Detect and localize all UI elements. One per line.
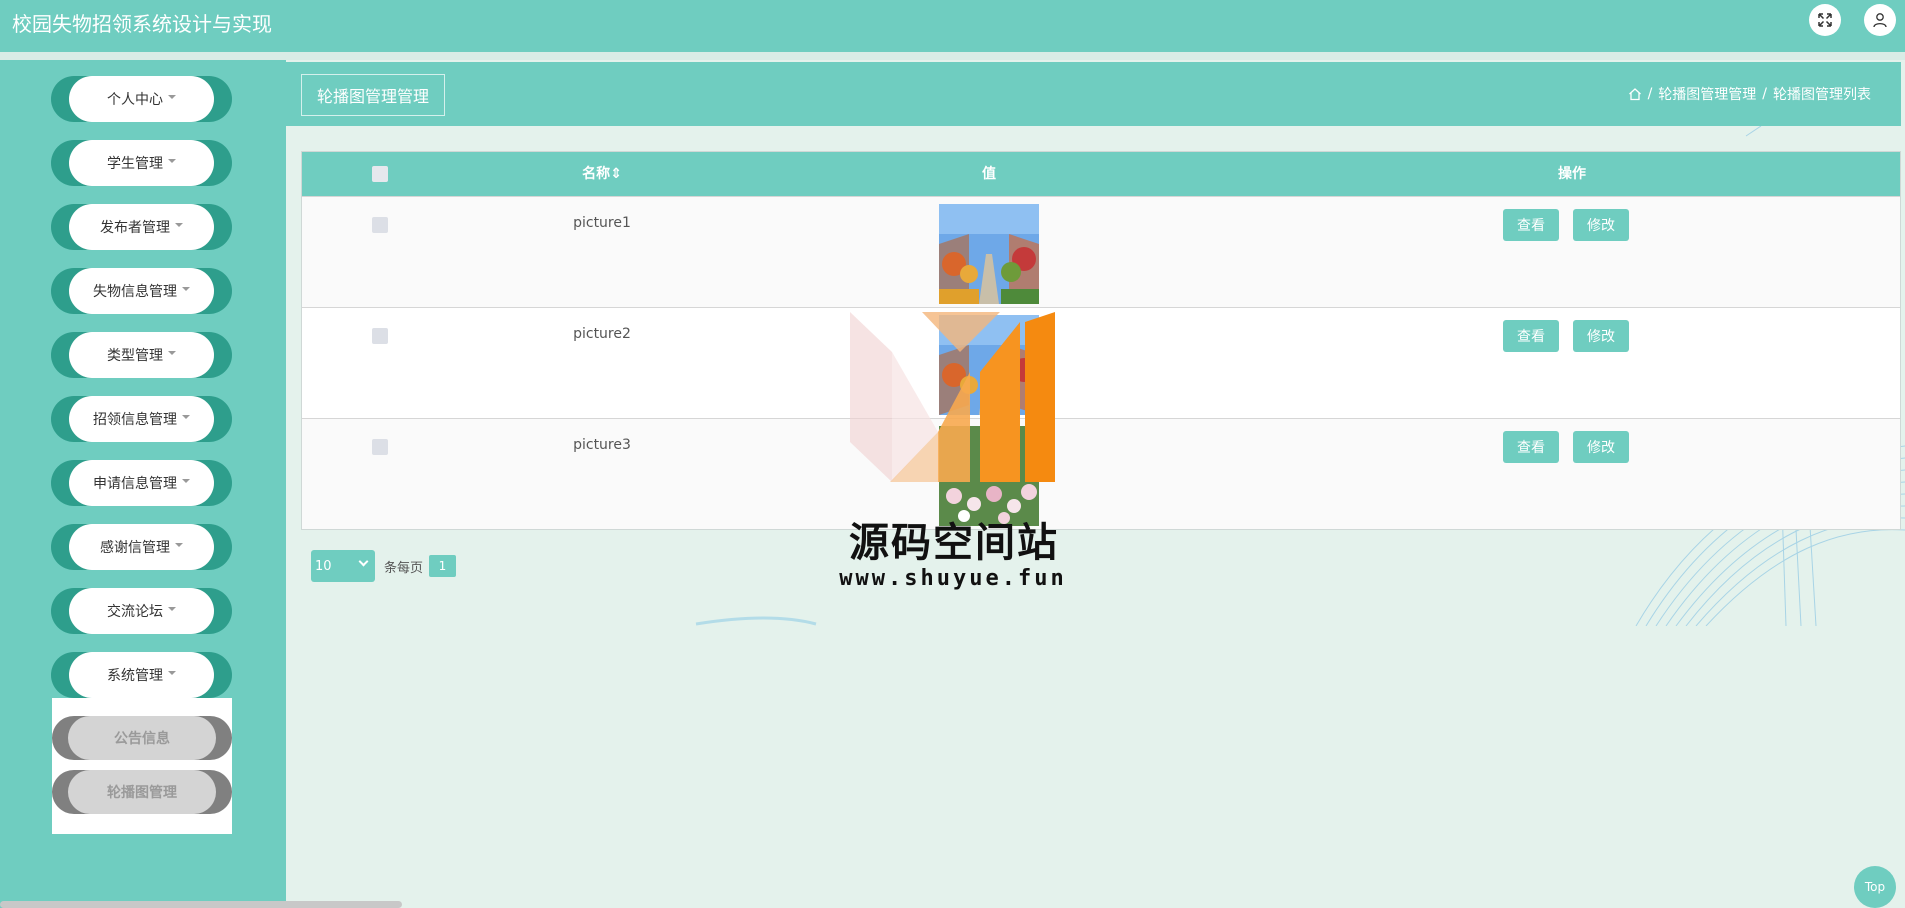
- sidebar-item-label: 失物信息管理: [93, 284, 177, 300]
- column-header-value: 值: [982, 166, 996, 182]
- back-to-top-button[interactable]: Top: [1854, 866, 1896, 908]
- carousel-table: 名称⇕ 值 操作 picture1 查看 修改 picture2 查看 修改 p…: [301, 151, 1901, 530]
- submenu-item-label: 轮播图管理: [68, 770, 216, 814]
- chevron-down-icon: [358, 556, 369, 567]
- sidebar-item-forum[interactable]: 交流论坛: [51, 588, 232, 634]
- row-checkbox[interactable]: [372, 217, 388, 233]
- table-row: picture1 查看 修改: [302, 196, 1900, 307]
- caret-down-icon: [182, 479, 190, 483]
- user-menu-button[interactable]: [1864, 4, 1896, 36]
- watermark-logo: [850, 312, 1055, 482]
- content-header: 轮播图管理管理 / 轮播图管理管理 / 轮播图管理列表: [286, 62, 1901, 126]
- sidebar-item-label: 感谢信管理: [100, 540, 170, 556]
- watermark-title: 源码空间站: [849, 520, 1059, 566]
- sidebar-item-found-items[interactable]: 招领信息管理: [51, 396, 232, 442]
- caret-down-icon: [168, 671, 176, 675]
- caret-down-icon: [168, 159, 176, 163]
- caret-down-icon: [182, 415, 190, 419]
- header-divider: [0, 52, 1905, 60]
- caret-down-icon: [182, 287, 190, 291]
- breadcrumb-separator: /: [1647, 86, 1653, 102]
- sidebar-item-label: 个人中心: [107, 92, 163, 108]
- sidebar-item-label: 学生管理: [107, 156, 163, 172]
- breadcrumb: / 轮播图管理管理 / 轮播图管理列表: [1628, 84, 1871, 104]
- view-button[interactable]: 查看: [1503, 431, 1559, 463]
- sidebar-item-publishers[interactable]: 发布者管理: [51, 204, 232, 250]
- breadcrumb-item[interactable]: 轮播图管理管理: [1658, 84, 1756, 104]
- page-title: 轮播图管理管理: [301, 74, 446, 116]
- page-size-select[interactable]: 10: [311, 550, 375, 582]
- caret-down-icon: [175, 543, 183, 547]
- table-row: picture3 查看 修改: [302, 418, 1900, 529]
- user-icon: [1873, 13, 1887, 28]
- breadcrumb-separator: /: [1762, 86, 1767, 102]
- column-header-name[interactable]: 名称⇕: [522, 152, 682, 196]
- view-button[interactable]: 查看: [1503, 320, 1559, 352]
- submenu-item-label: 公告信息: [68, 716, 216, 760]
- caret-down-icon: [168, 95, 176, 99]
- app-title: 校园失物招领系统设计与实现: [12, 12, 272, 36]
- caret-down-icon: [175, 223, 183, 227]
- table-header: 名称⇕ 值 操作: [302, 152, 1900, 196]
- table-row: picture2 查看 修改: [302, 307, 1900, 418]
- edit-button[interactable]: 修改: [1573, 209, 1629, 241]
- fullscreen-button[interactable]: [1809, 4, 1841, 36]
- watermark-url: www.shuyue.fun: [839, 566, 1067, 591]
- column-header-actions: 操作: [1558, 166, 1586, 182]
- submenu-item-carousel[interactable]: 轮播图管理: [52, 770, 232, 814]
- sidebar-item-label: 系统管理: [107, 668, 163, 684]
- sidebar-item-applications[interactable]: 申请信息管理: [51, 460, 232, 506]
- sidebar-item-system[interactable]: 系统管理: [51, 652, 232, 698]
- row-image: [939, 204, 1039, 304]
- per-page-label: 条每页: [384, 561, 424, 576]
- sidebar-item-label: 发布者管理: [100, 220, 170, 236]
- sidebar-item-thank-letters[interactable]: 感谢信管理: [51, 524, 232, 570]
- row-name: picture2: [573, 326, 631, 342]
- sidebar-item-lost-items[interactable]: 失物信息管理: [51, 268, 232, 314]
- submenu-item-notices[interactable]: 公告信息: [52, 716, 232, 760]
- sort-icon[interactable]: ⇕: [610, 166, 622, 182]
- row-name: picture1: [573, 215, 631, 231]
- sidebar-item-label: 类型管理: [107, 348, 163, 364]
- campus-photo: [939, 204, 1039, 304]
- caret-down-icon: [168, 351, 176, 355]
- page-number-current[interactable]: 1: [429, 555, 456, 577]
- row-name: picture3: [573, 437, 631, 453]
- breadcrumb-current: 轮播图管理列表: [1773, 87, 1871, 103]
- page-size-value: 10: [315, 558, 332, 574]
- sidebar-item-types[interactable]: 类型管理: [51, 332, 232, 378]
- row-checkbox[interactable]: [372, 328, 388, 344]
- sidebar-item-students[interactable]: 学生管理: [51, 140, 232, 186]
- sidebar-item-label: 招领信息管理: [93, 412, 177, 428]
- view-button[interactable]: 查看: [1503, 209, 1559, 241]
- horizontal-scrollbar[interactable]: [0, 901, 402, 908]
- select-all-checkbox[interactable]: [372, 166, 388, 182]
- edit-button[interactable]: 修改: [1573, 431, 1629, 463]
- caret-down-icon: [168, 607, 176, 611]
- system-submenu: 公告信息 轮播图管理: [52, 698, 232, 834]
- row-checkbox[interactable]: [372, 439, 388, 455]
- top-bar: 校园失物招领系统设计与实现: [0, 0, 1905, 52]
- home-icon[interactable]: [1628, 87, 1642, 101]
- sidebar-item-label: 交流论坛: [107, 604, 163, 620]
- expand-arrows-icon: [1818, 13, 1832, 27]
- edit-button[interactable]: 修改: [1573, 320, 1629, 352]
- column-header-label: 名称: [582, 166, 611, 182]
- sidebar-item-label: 申请信息管理: [93, 476, 177, 492]
- sidebar-item-personal-center[interactable]: 个人中心: [51, 76, 232, 122]
